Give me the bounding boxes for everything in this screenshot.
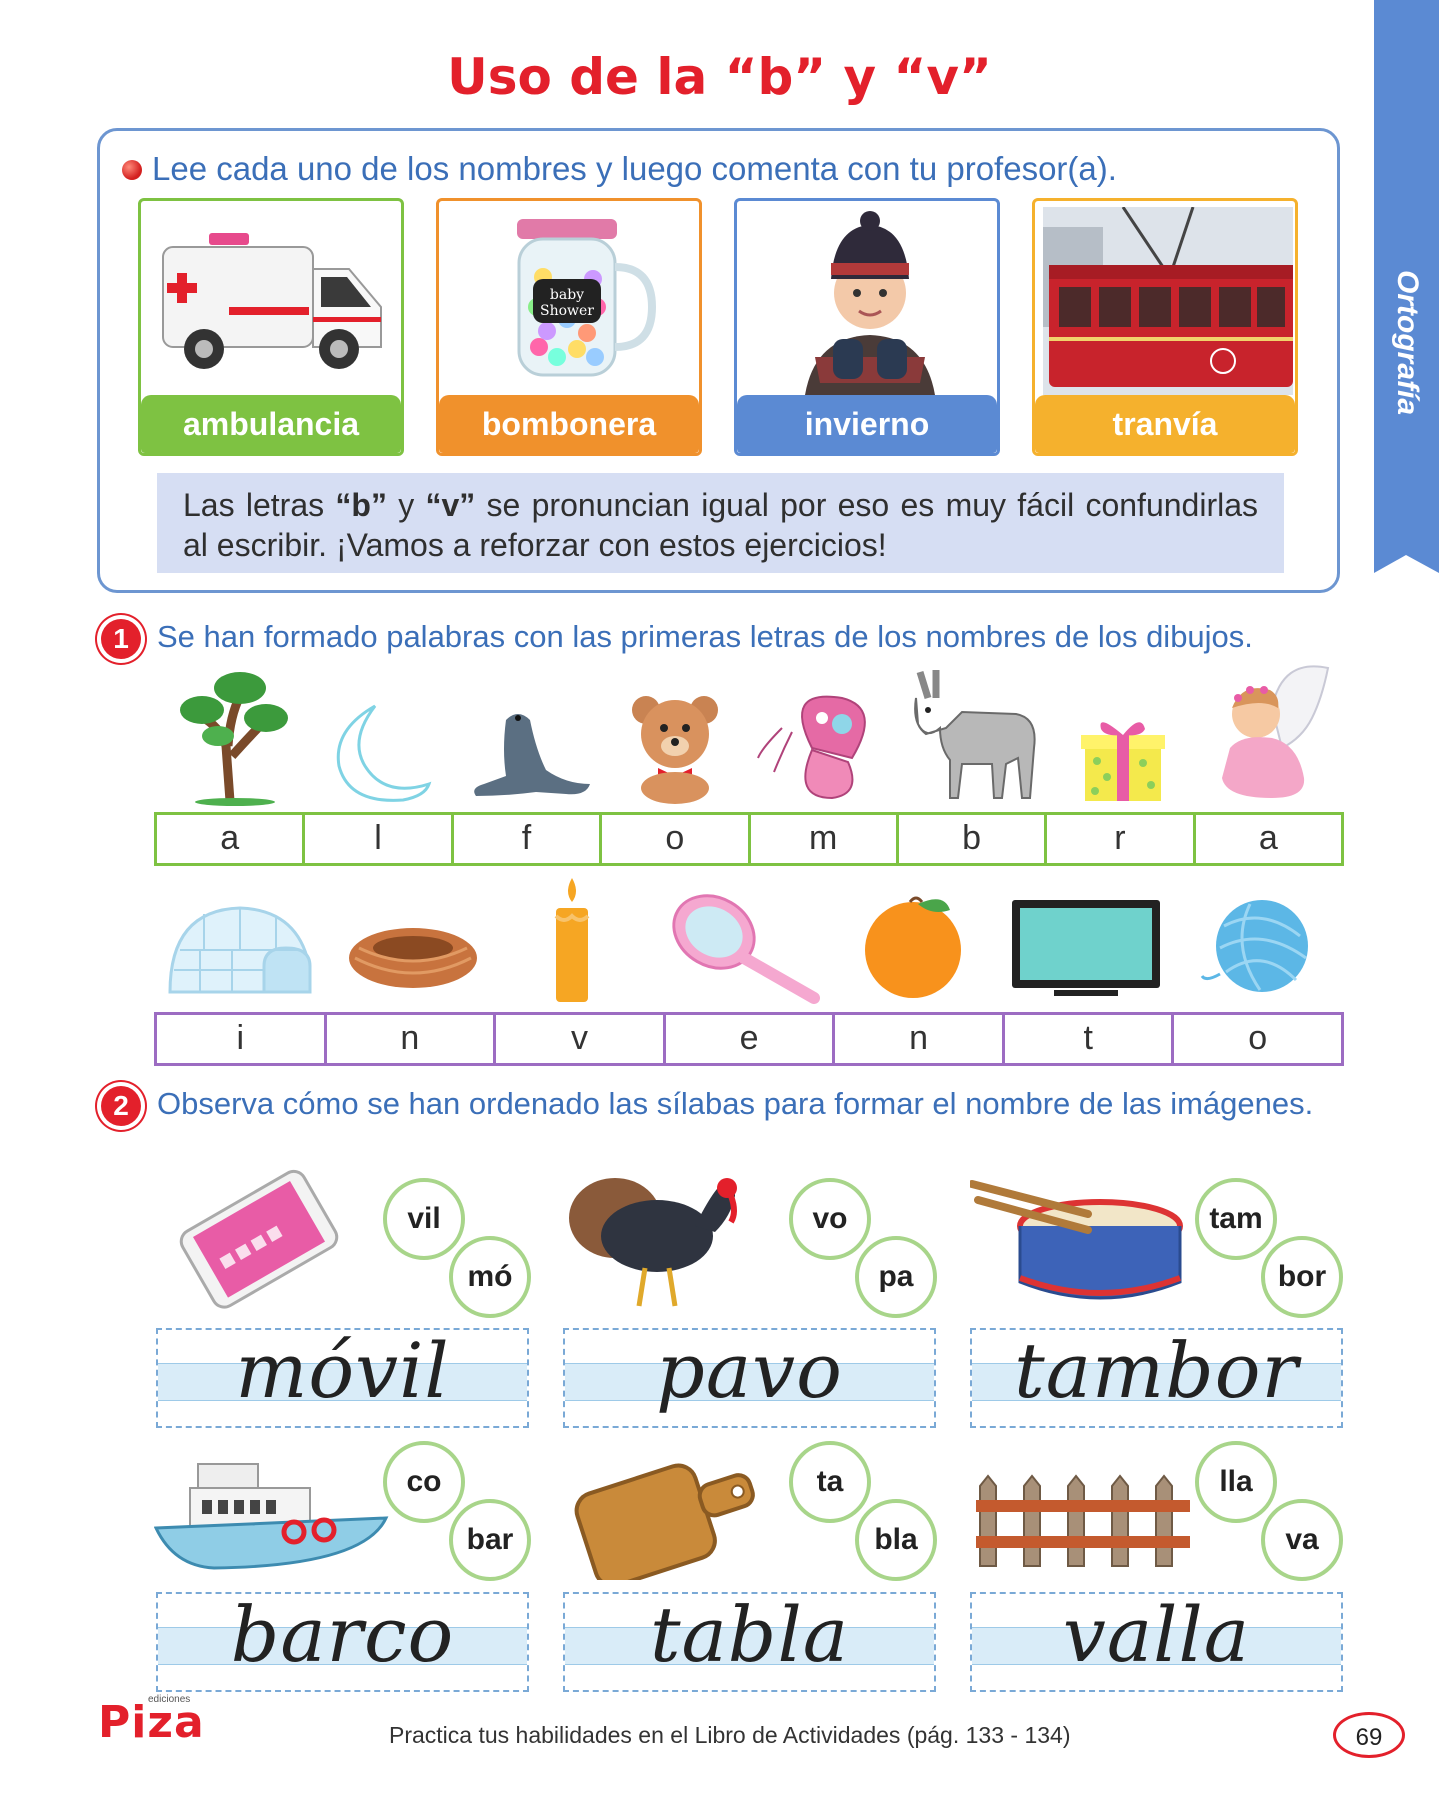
page-number: 69 bbox=[1333, 1712, 1405, 1758]
syllable-bubble: lla bbox=[1195, 1441, 1277, 1523]
bullet-icon bbox=[122, 160, 142, 180]
letter-cell: o bbox=[1248, 1019, 1268, 1057]
page-title: Uso de la “b” y “v” bbox=[447, 48, 992, 106]
info-note: Las letras “b” y “v” se pronuncian igual… bbox=[157, 473, 1284, 573]
note-letter-b: “b” bbox=[335, 487, 387, 523]
writing-box: móvil bbox=[156, 1326, 529, 1428]
side-tab-label: Ortografía bbox=[1387, 270, 1427, 415]
footer-text: Practica tus habilidades en el Libro de … bbox=[389, 1722, 1071, 1748]
teddy-bear-icon bbox=[632, 696, 718, 804]
card-label: invierno bbox=[737, 395, 997, 453]
letter-cell: v bbox=[496, 1015, 666, 1063]
syllable-bubble: mó bbox=[449, 1236, 531, 1318]
syllable-bubble: vo bbox=[789, 1178, 871, 1260]
child-winter-icon bbox=[745, 207, 995, 395]
letter-cell: t bbox=[1005, 1015, 1175, 1063]
letter-cell: o bbox=[602, 815, 751, 863]
card-invierno: invierno bbox=[734, 198, 1000, 456]
writing-box: tabla bbox=[563, 1590, 936, 1692]
writing-box: tambor bbox=[970, 1326, 1343, 1428]
letter-cell: e bbox=[666, 1015, 836, 1063]
television-icon bbox=[1012, 900, 1160, 996]
cursive-word: valla bbox=[1062, 1590, 1251, 1679]
mirror-icon bbox=[672, 894, 820, 1004]
cutting-board-icon bbox=[574, 1463, 755, 1580]
card-label: tranvía bbox=[1035, 395, 1295, 453]
intro-instruction: Lee cada uno de los nombres y luego come… bbox=[152, 150, 1117, 187]
side-tab-notch bbox=[1374, 555, 1439, 573]
candle-icon bbox=[554, 878, 590, 1002]
exercise-2-instruction: Observa cómo se han ordenado las sílabas… bbox=[157, 1086, 1314, 1121]
writing-box: pavo bbox=[563, 1326, 936, 1428]
mobile-phone-icon bbox=[179, 1169, 339, 1309]
publisher-logo: Piza bbox=[98, 1697, 205, 1748]
note-text-2: y bbox=[386, 487, 426, 523]
drum-icon bbox=[970, 1180, 1183, 1300]
cursive-word: tabla bbox=[649, 1590, 850, 1679]
note-text-1: Las letras bbox=[183, 487, 336, 523]
letter-cell: b bbox=[899, 815, 1048, 863]
cursive-word: móvil bbox=[235, 1326, 450, 1415]
orange-icon bbox=[865, 896, 961, 998]
syllable-bubble: pa bbox=[855, 1236, 937, 1318]
card-label: bombonera bbox=[439, 395, 699, 453]
nest-icon bbox=[349, 928, 477, 988]
letter-row-2: i n v e n t o bbox=[154, 1012, 1344, 1066]
exercise-1-instruction: Se han formado palabras con las primeras… bbox=[157, 619, 1253, 654]
letter-cell: l bbox=[305, 815, 454, 863]
syllable-bubble: tam bbox=[1195, 1178, 1277, 1260]
exercise-1-number: 1 bbox=[101, 619, 141, 659]
svg-text:baby: baby bbox=[550, 287, 584, 303]
svg-text:Shower: Shower bbox=[540, 303, 594, 319]
donkey-icon bbox=[914, 670, 1036, 799]
letter-cell: i bbox=[157, 1015, 327, 1063]
cursive-word: tambor bbox=[1014, 1326, 1299, 1415]
card-label: ambulancia bbox=[141, 395, 401, 453]
letter-cell: a bbox=[157, 815, 306, 863]
syllable-bubble: co bbox=[383, 1441, 465, 1523]
letter-cell: n bbox=[835, 1015, 1005, 1063]
candy-jar-icon: baby Shower bbox=[517, 219, 657, 377]
syllable-bubble: vil bbox=[383, 1178, 465, 1260]
angel-icon bbox=[1222, 665, 1330, 798]
syllable-bubble: bar bbox=[449, 1499, 531, 1581]
turkey-icon bbox=[569, 1178, 737, 1307]
igloo-icon bbox=[168, 906, 312, 994]
letter-cell: m bbox=[751, 815, 899, 863]
moon-icon bbox=[336, 704, 432, 802]
fence-icon bbox=[976, 1474, 1190, 1567]
tram-icon bbox=[1043, 207, 1293, 395]
cursive-word: barco bbox=[230, 1590, 455, 1679]
note-letter-v: “v” bbox=[425, 487, 476, 523]
yarn-ball-icon bbox=[1200, 900, 1308, 992]
cursive-word: pavo bbox=[656, 1326, 843, 1415]
butterfly-icon bbox=[757, 695, 866, 800]
gift-icon bbox=[1081, 722, 1165, 801]
syllable-bubble: ta bbox=[789, 1441, 871, 1523]
seal-icon bbox=[474, 714, 590, 796]
letter-cell: a bbox=[1258, 819, 1278, 857]
writing-box: barco bbox=[156, 1590, 529, 1692]
writing-box: valla bbox=[970, 1590, 1343, 1692]
letter-cell: r bbox=[1047, 815, 1196, 863]
letter-row-1: a l f o m b r a bbox=[154, 812, 1344, 866]
card-ambulancia: ambulancia bbox=[138, 198, 404, 456]
syllable-bubble: bla bbox=[855, 1499, 937, 1581]
card-bombonera: baby Shower bombonera bbox=[436, 198, 702, 456]
syllable-bubble: bor bbox=[1261, 1236, 1343, 1318]
syllable-bubble: va bbox=[1261, 1499, 1343, 1581]
exercise-2-number: 2 bbox=[101, 1086, 141, 1126]
tree-icon bbox=[180, 672, 288, 806]
card-tranvia: tranvía bbox=[1032, 198, 1298, 456]
ship-icon bbox=[154, 1463, 389, 1570]
letter-cell: n bbox=[327, 1015, 497, 1063]
letter-cell: f bbox=[454, 815, 603, 863]
ambulance-icon bbox=[162, 233, 382, 369]
